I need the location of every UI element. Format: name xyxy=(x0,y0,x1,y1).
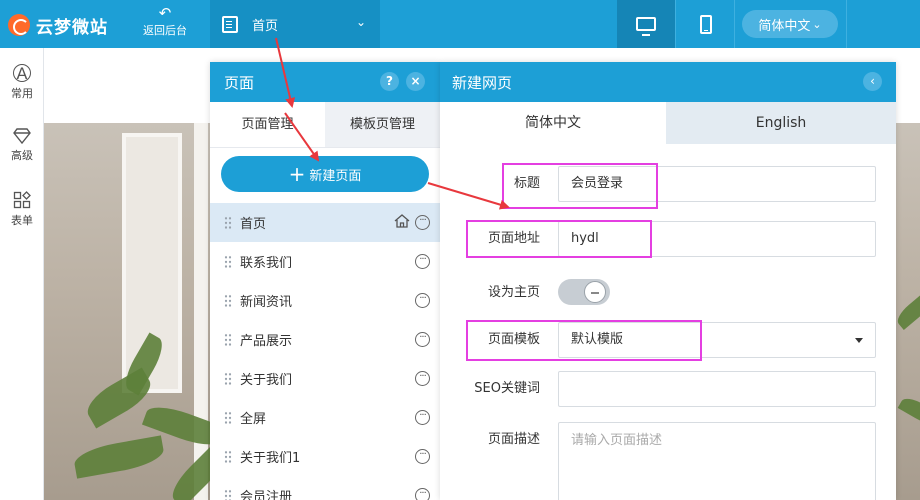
annotation-arrow xyxy=(427,182,510,210)
annotation-arrow xyxy=(275,37,296,108)
annotation-arrows xyxy=(275,37,510,210)
annotation-arrow xyxy=(284,112,320,162)
